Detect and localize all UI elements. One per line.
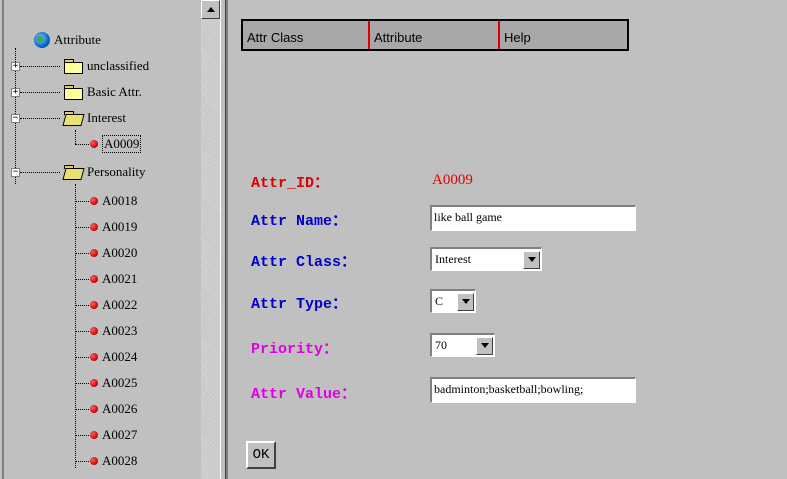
tree-leaf-A0019[interactable]: A0019 bbox=[90, 216, 137, 238]
tree-leaf-A0023[interactable]: A0023 bbox=[90, 320, 137, 342]
attribute-leaf-icon bbox=[90, 301, 98, 309]
tree-folder-basic-attr[interactable]: Basic Attr. bbox=[64, 81, 142, 103]
attribute-leaf-icon bbox=[90, 275, 98, 283]
attr-id-label: Attr_ID： bbox=[251, 175, 330, 192]
tree-folder-unclassified[interactable]: unclassified bbox=[64, 55, 149, 77]
scroll-up-button[interactable] bbox=[201, 0, 220, 19]
chevron-down-icon[interactable] bbox=[476, 336, 493, 355]
tree-guide-line bbox=[75, 279, 89, 280]
tree-guide-line bbox=[75, 383, 89, 384]
tree-guide-line bbox=[75, 201, 89, 202]
tree-leaf-A0027[interactable]: A0027 bbox=[90, 424, 137, 446]
menu-attr-class[interactable]: Attr Class bbox=[243, 21, 370, 49]
tree-guide-line bbox=[75, 305, 89, 306]
attribute-leaf-icon bbox=[90, 140, 98, 148]
chevron-down-icon[interactable] bbox=[523, 250, 540, 269]
tree-folder-interest[interactable]: Interest bbox=[64, 107, 126, 129]
tree-guide-line bbox=[20, 92, 60, 93]
tree-leaf-A0024[interactable]: A0024 bbox=[90, 346, 137, 368]
attribute-leaf-icon bbox=[90, 405, 98, 413]
chevron-down-icon[interactable] bbox=[457, 292, 474, 311]
tree-leaf-A0018[interactable]: A0018 bbox=[90, 190, 137, 212]
expand-icon[interactable]: + bbox=[11, 62, 20, 71]
tree-guide-line bbox=[20, 172, 60, 173]
attribute-leaf-icon bbox=[90, 197, 98, 205]
tree-root[interactable]: Attribute bbox=[34, 29, 101, 51]
attribute-leaf-icon bbox=[90, 457, 98, 465]
tree-guide-line bbox=[75, 130, 76, 144]
tree-guide-line bbox=[75, 253, 89, 254]
attribute-leaf-icon bbox=[90, 327, 98, 335]
attr-name-label: Attr Name： bbox=[251, 213, 348, 230]
tree-leaf-A0025[interactable]: A0025 bbox=[90, 372, 137, 394]
menu-help[interactable]: Help bbox=[500, 21, 627, 49]
arrow-up-icon bbox=[206, 7, 215, 12]
attr-id-value: A0009 bbox=[432, 172, 473, 188]
attr-class-label: Attr Class： bbox=[251, 254, 357, 271]
collapse-icon[interactable]: − bbox=[11, 168, 20, 177]
tree-leaf-A0026[interactable]: A0026 bbox=[90, 398, 137, 420]
attr-type-label: Attr Type： bbox=[251, 296, 348, 313]
attr-name-input[interactable]: like ball game bbox=[430, 205, 636, 231]
attr-type-select[interactable]: C bbox=[430, 289, 476, 313]
folder-icon bbox=[64, 85, 83, 100]
ok-button[interactable]: OK bbox=[246, 441, 276, 469]
attribute-leaf-icon bbox=[90, 353, 98, 361]
attribute-leaf-icon bbox=[90, 223, 98, 231]
priority-selected: 70 bbox=[435, 338, 447, 352]
open-folder-icon bbox=[64, 165, 83, 179]
attr-value-label: Attr Value： bbox=[251, 386, 357, 403]
tree-leaf-A0022[interactable]: A0022 bbox=[90, 294, 137, 316]
attribute-leaf-icon bbox=[90, 379, 98, 387]
tree-leaf-A0009[interactable]: A0009 bbox=[90, 133, 142, 155]
folder-icon bbox=[64, 59, 83, 74]
attr-class-select[interactable]: Interest bbox=[430, 247, 542, 271]
tree-guide-line bbox=[20, 66, 60, 67]
tree-guide-line bbox=[75, 144, 89, 145]
attribute-tree: Attribute + unclassified + Basic Attr. −… bbox=[2, 0, 203, 479]
tree-folder-personality[interactable]: Personality bbox=[64, 161, 146, 183]
attribute-leaf-icon bbox=[90, 431, 98, 439]
open-folder-icon bbox=[64, 111, 83, 125]
tree-leaf-A0020[interactable]: A0020 bbox=[90, 242, 137, 264]
attr-class-selected: Interest bbox=[435, 252, 471, 266]
tree-guide-line bbox=[75, 409, 89, 410]
tree-guide-line bbox=[20, 118, 60, 119]
tree-scrollbar[interactable] bbox=[201, 0, 220, 479]
menu-attribute[interactable]: Attribute bbox=[370, 21, 500, 49]
attr-value-input[interactable]: badminton;basketball;bowling; bbox=[430, 377, 636, 403]
expand-icon[interactable]: + bbox=[11, 88, 20, 97]
tree-leaf-A0021[interactable]: A0021 bbox=[90, 268, 137, 290]
menu-bar: Attr Class Attribute Help bbox=[241, 19, 629, 51]
collapse-icon[interactable]: − bbox=[11, 114, 20, 123]
tree-guide-line bbox=[75, 331, 89, 332]
attribute-detail-pane: Attr Class Attribute Help Attr_ID： A0009… bbox=[226, 0, 787, 479]
tree-leaf-A0028[interactable]: A0028 bbox=[90, 450, 137, 472]
tree-guide-line bbox=[75, 461, 89, 462]
priority-label: Priority： bbox=[251, 341, 339, 358]
tree-guide-line bbox=[75, 357, 89, 358]
priority-select[interactable]: 70 bbox=[430, 333, 495, 357]
tree-guide-line bbox=[75, 435, 89, 436]
attribute-leaf-icon bbox=[90, 249, 98, 257]
attr-type-selected: C bbox=[435, 294, 444, 308]
globe-icon bbox=[34, 32, 50, 48]
tree-guide-line bbox=[75, 227, 89, 228]
